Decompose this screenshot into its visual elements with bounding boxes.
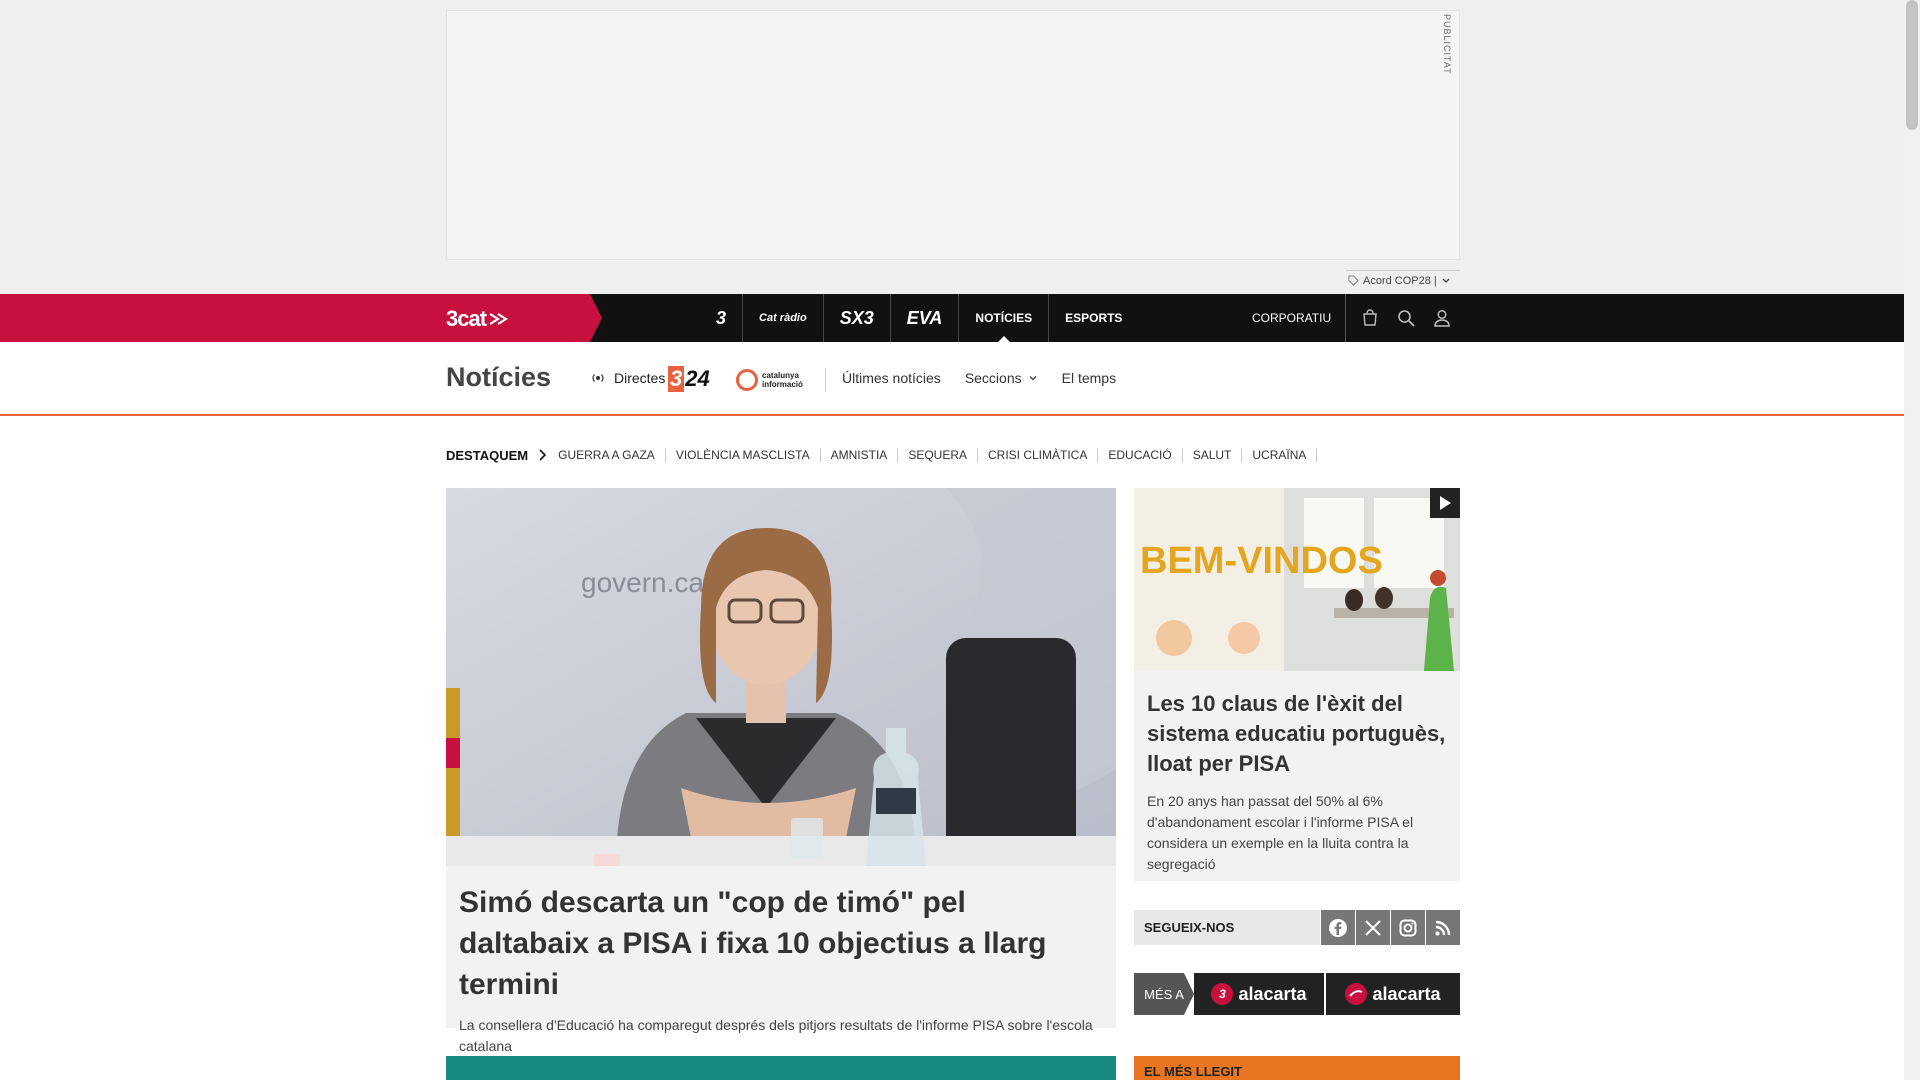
channel-noticies[interactable]: NOTÍCIES (959, 294, 1050, 342)
logo-324-number: 24 (685, 366, 710, 391)
chevron-down-icon (1442, 278, 1450, 283)
channel-catradio-label: Cat ràdio (759, 312, 807, 324)
utility-icons (1360, 294, 1452, 342)
welcome-sign-text: BEM-VINDOS (1140, 540, 1383, 582)
section-divider (825, 368, 826, 392)
user-icon[interactable] (1432, 308, 1452, 328)
brand-arrow-icon (489, 313, 509, 325)
catradio-badge-icon (1345, 983, 1368, 1005)
chevron-down-icon (1029, 376, 1037, 381)
logo-324[interactable]: 3 24 (668, 366, 710, 392)
facebook-icon (1329, 918, 1348, 937)
nav-seccions-label: Seccions (964, 370, 1022, 386)
directes-link[interactable]: Directes (590, 370, 665, 386)
highlight-amnistia[interactable]: AMNISTIA (821, 448, 899, 462)
scrollbar-track[interactable] (1904, 0, 1920, 1080)
nav-ultimes-noticies[interactable]: Últimes notícies (842, 370, 941, 386)
highlight-guerra-gaza[interactable]: GUERRA A GAZA (558, 448, 666, 462)
section-nav: Últimes notícies Seccions El temps (842, 370, 1116, 386)
channel-esports-label: ESPORTS (1065, 311, 1123, 325)
brand-block (0, 294, 602, 342)
channel-sx3-label: SX3 (839, 307, 874, 328)
x-twitter-button[interactable] (1356, 910, 1391, 945)
backdrop-text: govern.cat (581, 567, 712, 598)
tv3-alacarta-label: alacarta (1238, 983, 1307, 1004)
ad-label: PUBLICITAT (1442, 14, 1452, 75)
highlight-salut[interactable]: SALUT (1183, 448, 1243, 462)
catinfo-line2: informació (762, 380, 803, 389)
tv3-alacarta-link[interactable]: 3 alacarta (1194, 973, 1324, 1015)
channel-sx3[interactable]: SX3 (824, 294, 891, 342)
press-conference-photo: govern.cat (446, 488, 1116, 866)
side-story-image[interactable]: BEM-VINDOS (1134, 488, 1460, 671)
nav-seccions[interactable]: Seccions (965, 370, 1038, 386)
main-story-image[interactable]: govern.cat (446, 488, 1116, 866)
rss-icon (1435, 920, 1451, 935)
channel-noticies-label: NOTÍCIES (975, 311, 1033, 325)
rss-button[interactable] (1426, 910, 1460, 945)
channel-tv3[interactable]: 3 (700, 294, 744, 342)
instagram-button[interactable] (1391, 910, 1426, 945)
highlights-title[interactable]: DESTAQUEM (446, 447, 547, 463)
highlights-title-label: DESTAQUEM (446, 447, 529, 463)
side-story-title[interactable]: Les 10 claus de l'èxit del sistema educa… (1147, 689, 1447, 779)
live-broadcast-icon (592, 374, 604, 382)
catradio-alacarta-link[interactable]: alacarta (1326, 973, 1460, 1015)
tag-icon (1348, 275, 1359, 286)
x-twitter-icon (1365, 919, 1381, 936)
shopping-bag-icon[interactable] (1360, 308, 1380, 328)
next-story-image[interactable] (446, 1056, 1116, 1080)
corporatiu-link[interactable]: CORPORATIU (1252, 294, 1347, 342)
follow-us-box: SEGUEIX-NOS (1134, 910, 1460, 945)
highlight-sequera[interactable]: SEQUERA (898, 448, 978, 462)
directes-label: Directes (614, 370, 666, 386)
instagram-icon (1399, 919, 1417, 936)
ad-banner[interactable] (446, 10, 1460, 260)
highlights-bar: DESTAQUEM GUERRA A GAZA VIOLÈNCIA MASCLI… (446, 444, 1318, 466)
channel-eva-label: EVA (906, 307, 943, 328)
tv3-badge-icon: 3 (1211, 983, 1234, 1005)
play-icon (1440, 496, 1451, 510)
mes-a-label: MÉS A (1134, 973, 1194, 1015)
logo-catalunya-informacio[interactable]: catalunya informació (736, 369, 803, 391)
classroom-photo: BEM-VINDOS (1134, 488, 1460, 671)
facebook-button[interactable] (1321, 910, 1356, 945)
highlight-crisi-climatica[interactable]: CRISI CLIMÀTICA (978, 448, 1099, 462)
mes-a-alacarta-box: MÉS A 3 alacarta alacarta (1134, 973, 1460, 1015)
scrollbar-thumb[interactable] (1906, 0, 1918, 130)
topic-tag-dropdown[interactable]: Acord COP28 | (1346, 270, 1460, 290)
nav-el-temps[interactable]: El temps (1062, 370, 1116, 386)
brand-name: 3cat (446, 306, 487, 331)
side-story-summary: En 20 anys han passat del 50% al 6% d'ab… (1147, 793, 1414, 872)
most-read-header: EL MÉS LLEGIT (1134, 1056, 1460, 1080)
highlight-educacio[interactable]: EDUCACIÓ (1098, 448, 1183, 462)
logo-324-three: 3 (668, 366, 685, 392)
channel-nav: 3 Cat ràdio SX3 EVA NOTÍCIES ESPORTS (700, 294, 1138, 342)
channel-tv3-label: 3 (716, 307, 727, 328)
channel-catradio[interactable]: Cat ràdio (743, 294, 824, 342)
highlight-ucraina[interactable]: UCRAÏNA (1242, 448, 1318, 462)
search-icon[interactable] (1396, 308, 1416, 328)
main-story-summary: La consellera d'Educació ha comparegut d… (459, 1017, 1093, 1054)
follow-us-label: SEGUEIX-NOS (1134, 910, 1321, 945)
catradio-alacarta-label: alacarta (1372, 983, 1441, 1004)
topic-tag-label: Acord COP28 | (1363, 274, 1437, 287)
highlight-violencia-masclista[interactable]: VIOLÈNCIA MASCLISTA (666, 448, 821, 462)
channel-esports[interactable]: ESPORTS (1049, 294, 1138, 342)
main-story-card[interactable]: Simó descarta un "cop de timó" pel dalta… (446, 866, 1116, 1054)
side-story-card[interactable]: Les 10 claus de l'èxit del sistema educa… (1134, 671, 1460, 881)
channel-eva[interactable]: EVA (891, 294, 960, 342)
brand-logo[interactable]: 3cat (446, 306, 509, 332)
video-play-button[interactable] (1430, 488, 1460, 518)
section-title[interactable]: Notícies (446, 362, 551, 393)
main-story-title[interactable]: Simó descarta un "cop de timó" pel dalta… (459, 882, 1103, 1005)
catinfo-line1: catalunya (762, 371, 799, 380)
chevron-right-icon (539, 449, 547, 461)
catinfo-circle-icon (736, 369, 758, 391)
